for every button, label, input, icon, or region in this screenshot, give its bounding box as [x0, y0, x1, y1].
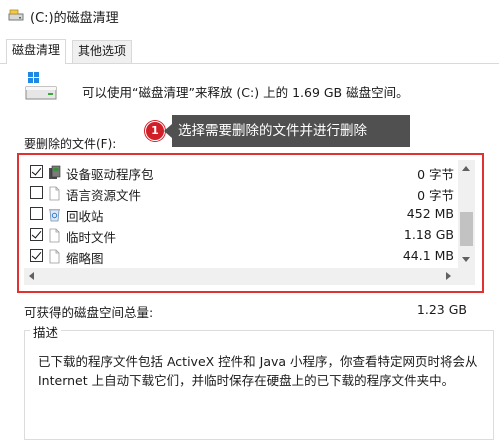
- callout-step-badge: 1: [145, 121, 165, 141]
- drive-icon: [25, 72, 57, 100]
- free-space-intro: 可以使用“磁盘清理”来释放 (C:) 上的 1.69 GB 磁盘空间。: [82, 85, 409, 100]
- callout-instruction: 选择需要删除的文件并进行删除: [172, 115, 410, 147]
- disk-cleanup-app-icon: [8, 9, 24, 21]
- description-text: 已下载的程序文件包括 ActiveX 控件和 Java 小程序，你查看特定网页时…: [38, 354, 478, 388]
- tab-more-options[interactable]: 其他选项: [72, 40, 133, 63]
- description-title: 描述: [30, 322, 62, 341]
- total-space-value: 1.23 GB: [416, 302, 467, 317]
- files-to-delete-label: 要删除的文件(F):: [24, 137, 117, 151]
- window-title: (C:)的磁盘清理: [30, 11, 119, 26]
- tab-disk-cleanup[interactable]: 磁盘清理: [6, 39, 67, 64]
- total-space-label: 可获得的磁盘空间总量:: [24, 305, 154, 320]
- callout-pointer: [164, 124, 172, 138]
- list-highlight-frame: [17, 153, 484, 293]
